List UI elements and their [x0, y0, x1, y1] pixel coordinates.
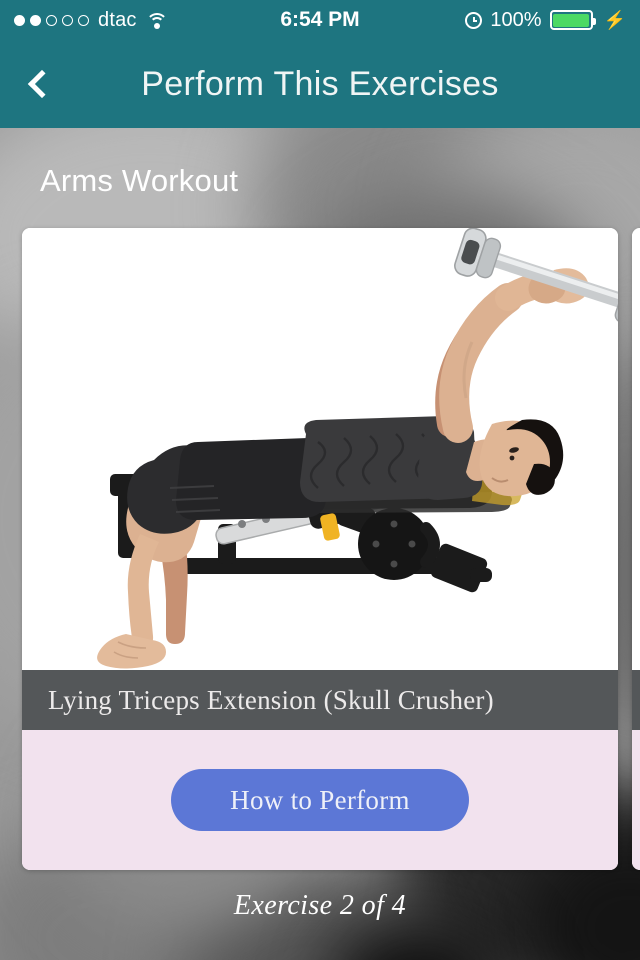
exercise-name-bar: Lying Triceps Extension (Skull Crusher): [22, 670, 618, 730]
battery-icon: [549, 10, 596, 30]
status-bar: dtac 6:54 PM 100% ⚡: [0, 0, 640, 40]
page-title: Perform This Exercises: [141, 64, 499, 103]
app-screen: dtac 6:54 PM 100% ⚡ Perform This Exercis…: [0, 0, 640, 960]
how-to-perform-button[interactable]: How to Perform: [171, 769, 469, 831]
battery-percent-label: 100%: [490, 8, 542, 31]
carrier-name: dtac: [98, 8, 137, 31]
exercise-illustration: [97, 228, 618, 669]
next-exercise-card[interactable]: [632, 228, 640, 870]
navigation-bar: Perform This Exercises: [0, 40, 640, 128]
exercise-card[interactable]: Lying Triceps Extension (Skull Crusher) …: [22, 228, 618, 870]
wifi-icon: [145, 12, 168, 29]
chevron-left-icon: [27, 69, 57, 99]
exercise-image: [22, 228, 618, 670]
card-action-area: How to Perform: [22, 730, 618, 870]
next-exercise-name-bar: [632, 670, 640, 730]
alarm-clock-icon: [465, 11, 483, 29]
exercise-name-label: Lying Triceps Extension (Skull Crusher): [48, 684, 494, 715]
signal-strength-icon: [14, 14, 89, 26]
next-exercise-image: [632, 228, 640, 670]
lightning-bolt-icon: ⚡: [603, 10, 626, 30]
exercise-progress-label: Exercise 2 of 4: [233, 890, 407, 921]
back-button[interactable]: [0, 40, 78, 128]
next-card-action-area: [632, 730, 640, 870]
workout-heading: Arms Workout: [40, 163, 239, 198]
